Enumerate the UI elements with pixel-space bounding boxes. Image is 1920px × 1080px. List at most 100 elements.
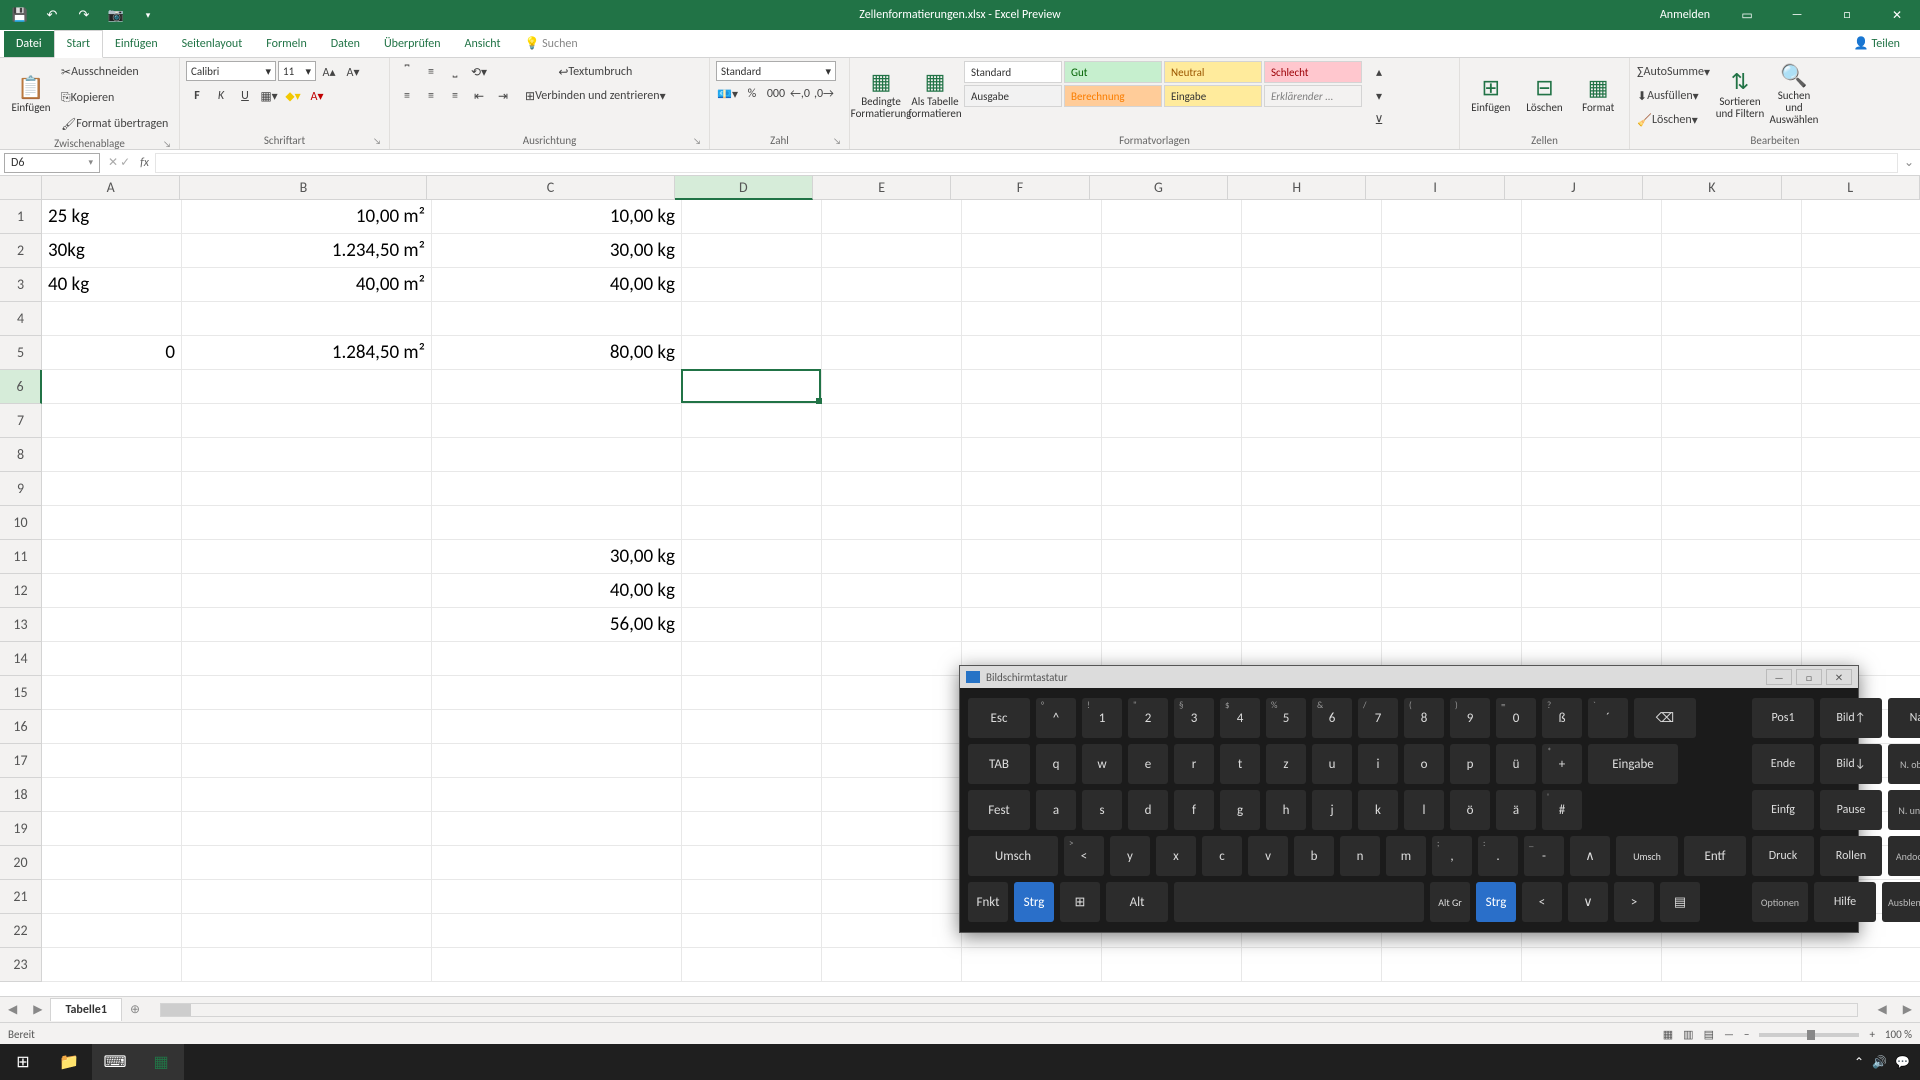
osk-key[interactable]: h <box>1266 790 1306 830</box>
clear-button[interactable]: 🧹 Löschen ▾ <box>1636 109 1711 131</box>
osk-key[interactable]: 9) <box>1450 698 1490 738</box>
osk-key[interactable]: 7/ <box>1358 698 1398 738</box>
zoom-level[interactable]: 100 % <box>1885 1028 1912 1041</box>
select-all-corner[interactable] <box>0 176 42 200</box>
osk-nav-key[interactable]: Pos1 <box>1752 698 1814 738</box>
sheet-nav-next-icon[interactable]: ▶ <box>25 1002 50 1017</box>
osk-key[interactable]: Umsch <box>1616 836 1678 876</box>
wrap-text-button[interactable]: ↩ Textumbruch <box>524 61 667 83</box>
italic-button[interactable]: K <box>210 85 232 107</box>
osk-key[interactable]: a <box>1036 790 1076 830</box>
osk-key[interactable]: b <box>1294 836 1334 876</box>
osk-key[interactable]: Entf <box>1684 836 1746 876</box>
sort-filter-button[interactable]: ⇅Sortieren und Filtern <box>1715 61 1765 129</box>
row-header[interactable]: 8 <box>0 438 42 472</box>
osk-nav-key[interactable]: Andocken <box>1888 836 1920 876</box>
view-layout-icon[interactable]: ▥ <box>1683 1028 1693 1041</box>
osk-key[interactable]: p <box>1450 744 1490 784</box>
tab-review[interactable]: Überprüfen <box>372 31 453 57</box>
row-header[interactable]: 22 <box>0 914 42 948</box>
formula-expand-icon[interactable]: ⌄ <box>1898 155 1920 170</box>
osk-key[interactable]: Eingabe <box>1588 744 1678 784</box>
osk-key[interactable]: ß? <box>1542 698 1582 738</box>
undo-icon[interactable]: ↶ <box>40 3 64 27</box>
row-header[interactable]: 15 <box>0 676 42 710</box>
font-name-select[interactable]: Calibri▾ <box>186 61 276 81</box>
osk-nav-key[interactable]: N. unten <box>1888 790 1920 830</box>
styles-more-icon[interactable]: ⊻ <box>1368 109 1390 131</box>
tab-formulas[interactable]: Formeln <box>254 31 318 57</box>
column-header[interactable]: B <box>180 176 427 200</box>
cancel-formula-icon[interactable]: ✕ <box>108 155 118 170</box>
horizontal-scrollbar[interactable] <box>160 1003 1858 1017</box>
taskbar-excel-icon[interactable]: ▦ <box>138 1044 184 1080</box>
osk-key[interactable]: TAB <box>968 744 1030 784</box>
osk-close-icon[interactable]: ✕ <box>1826 669 1852 685</box>
osk-key[interactable]: q <box>1036 744 1076 784</box>
osk-maximize-icon[interactable]: □ <box>1796 669 1822 685</box>
column-header[interactable]: J <box>1505 176 1643 200</box>
zoom-in-icon[interactable]: + <box>1869 1028 1874 1041</box>
cells-format-button[interactable]: ▦Format <box>1573 61 1623 129</box>
selection-box[interactable] <box>681 369 821 403</box>
percent-icon[interactable]: % <box>741 83 763 105</box>
row-header[interactable]: 7 <box>0 404 42 438</box>
tab-data[interactable]: Daten <box>319 31 372 57</box>
osk-key[interactable]: Strg <box>1014 882 1054 922</box>
tab-insert[interactable]: Einfügen <box>103 31 170 57</box>
column-header[interactable]: D <box>675 176 813 200</box>
save-icon[interactable]: 💾 <box>8 3 32 27</box>
currency-icon[interactable]: 💶▾ <box>716 83 739 105</box>
format-painter-button[interactable]: 🖌 Format übertragen <box>60 113 169 135</box>
osk-key[interactable]: -_ <box>1524 836 1564 876</box>
osk-key[interactable]: i <box>1358 744 1398 784</box>
osk-key[interactable]: n <box>1340 836 1380 876</box>
border-button[interactable]: ▦▾ <box>258 85 280 107</box>
osk-nav-key[interactable]: Druck <box>1752 836 1814 876</box>
fill-color-button[interactable]: ◆▾ <box>282 85 304 107</box>
ribbon-display-icon[interactable]: ▭ <box>1724 0 1770 30</box>
cell[interactable]: 30,00 kg <box>432 234 682 268</box>
osk-key[interactable]: Fest <box>968 790 1030 830</box>
indent-inc-icon[interactable]: ⇥ <box>492 85 514 107</box>
name-box[interactable]: D6▾ <box>4 153 100 173</box>
cell[interactable]: 30kg <box>42 234 182 268</box>
cell[interactable]: 80,00 kg <box>432 336 682 370</box>
osk-key[interactable]: ä <box>1496 790 1536 830</box>
hscroll-right-icon[interactable]: ▶ <box>1895 1002 1920 1017</box>
osk-key[interactable]: z <box>1266 744 1306 784</box>
underline-button[interactable]: U <box>234 85 256 107</box>
zoom-slider[interactable] <box>1759 1033 1859 1037</box>
osk-key[interactable]: ∧ <box>1570 836 1610 876</box>
style-berechnung[interactable]: Berechnung <box>1064 85 1162 107</box>
row-header[interactable]: 21 <box>0 880 42 914</box>
cell[interactable]: 0 <box>42 336 182 370</box>
osk-key[interactable]: 5% <box>1266 698 1306 738</box>
osk-key[interactable]: c <box>1202 836 1242 876</box>
osk-key[interactable]: 8( <box>1404 698 1444 738</box>
osk-key[interactable]: 6& <box>1312 698 1352 738</box>
style-gut[interactable]: Gut <box>1064 61 1162 83</box>
orientation-icon[interactable]: ⟲▾ <box>468 61 490 83</box>
column-header[interactable]: C <box>427 176 674 200</box>
fill-button[interactable]: ⬇ Ausfüllen ▾ <box>1636 85 1711 107</box>
osk-key[interactable]: ▤ <box>1660 882 1700 922</box>
cell[interactable]: 10,00 kg <box>432 200 682 234</box>
osk-key[interactable]: 3§ <box>1174 698 1214 738</box>
osk-key[interactable]: k <box>1358 790 1398 830</box>
osk-key[interactable]: < <box>1522 882 1562 922</box>
row-header[interactable]: 11 <box>0 540 42 574</box>
osk-key[interactable]: ^° <box>1036 698 1076 738</box>
cell[interactable]: 40,00 m² <box>182 268 432 302</box>
style-schlecht[interactable]: Schlecht <box>1264 61 1362 83</box>
cell[interactable]: 40,00 kg <box>432 574 682 608</box>
osk-key[interactable]: f <box>1174 790 1214 830</box>
row-header[interactable]: 5 <box>0 336 42 370</box>
cell[interactable]: 40 kg <box>42 268 182 302</box>
osk-key[interactable]: 0= <box>1496 698 1536 738</box>
add-sheet-icon[interactable]: ⊕ <box>122 1002 148 1017</box>
cell[interactable]: 30,00 kg <box>432 540 682 574</box>
osk-key[interactable]: o <box>1404 744 1444 784</box>
cell[interactable]: 40,00 kg <box>432 268 682 302</box>
osk-nav-key[interactable]: Bild↑ <box>1820 698 1882 738</box>
